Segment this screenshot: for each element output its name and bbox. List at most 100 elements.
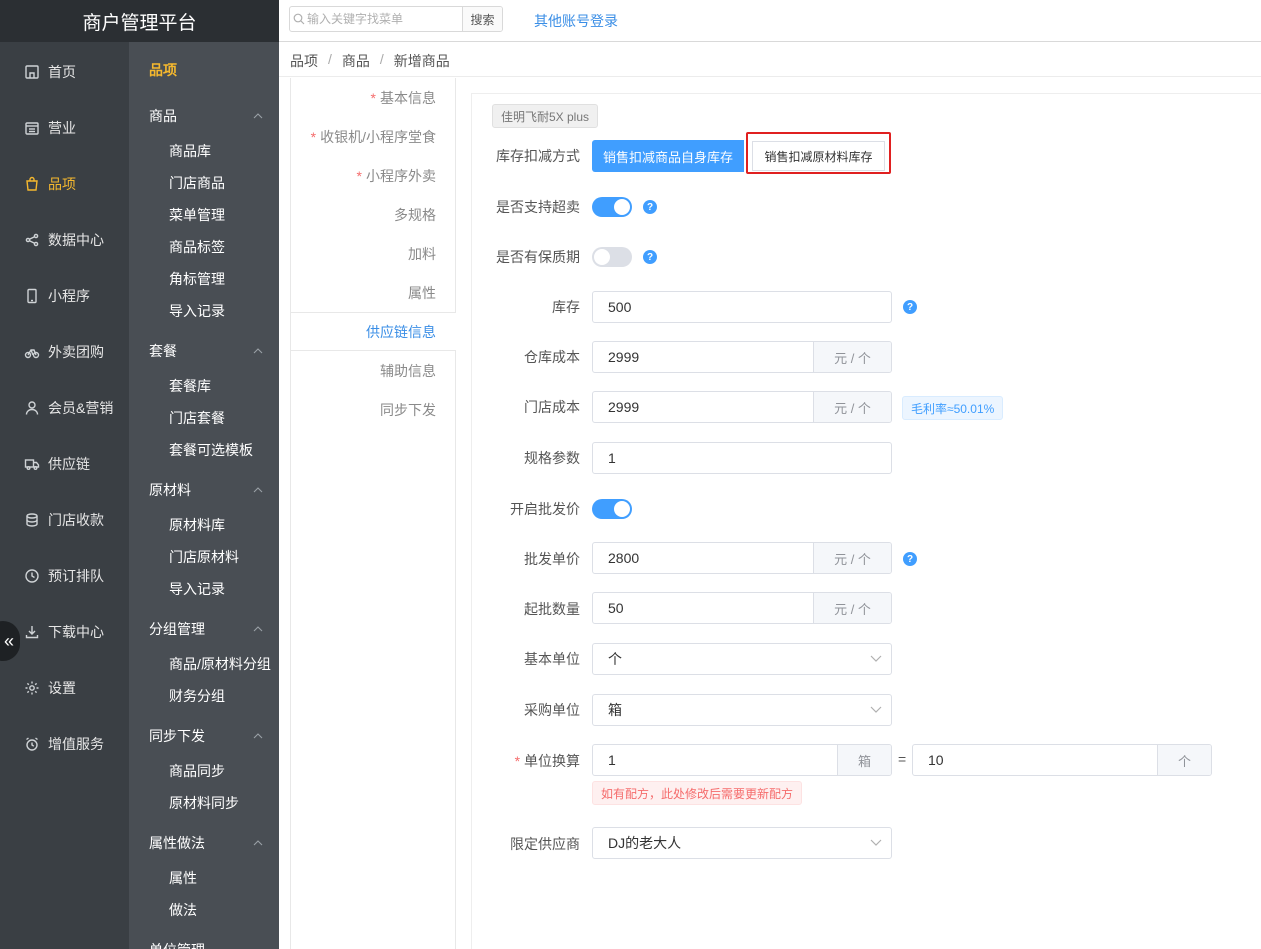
nav-item-label: 品项 <box>48 176 76 192</box>
section-tab-label: 辅助信息 <box>380 362 436 379</box>
min-qty-input[interactable]: 50 元 / 个 <box>592 592 892 624</box>
section-tab-label: 供应链信息 <box>366 323 436 340</box>
subnav-item[interactable]: 门店商品 <box>169 173 225 193</box>
nav-item[interactable]: 增值服务 <box>0 716 129 772</box>
section-tab[interactable]: * 收银机/小程序堂食 <box>291 117 456 156</box>
section-tab[interactable]: 辅助信息 <box>291 351 456 390</box>
nav-item-label: 外卖团购 <box>48 344 104 360</box>
nav-item[interactable]: 供应链 <box>0 436 129 492</box>
nav-item[interactable]: 小程序 <box>0 268 129 324</box>
subnav-item[interactable]: 做法 <box>169 900 197 920</box>
subnav-group[interactable]: 分组管理 <box>149 619 269 639</box>
help-icon[interactable]: ? <box>643 250 657 264</box>
nav-item[interactable]: 预订排队 <box>0 548 129 604</box>
section-tab[interactable]: 加料 <box>291 234 456 273</box>
chevron-up-icon <box>253 110 263 122</box>
other-account-login-link[interactable]: 其他账号登录 <box>534 11 618 31</box>
subnav-item[interactable]: 角标管理 <box>169 269 225 289</box>
stock-input[interactable]: 500 <box>592 291 892 323</box>
subnav-item[interactable]: 商品标签 <box>169 237 225 257</box>
subnav-item[interactable]: 门店原材料 <box>169 547 239 567</box>
subnav-item[interactable]: 商品/原材料分组 <box>169 654 271 674</box>
supplier-select[interactable]: DJ的老大人 <box>592 827 892 859</box>
nav-item[interactable]: 数据中心 <box>0 212 129 268</box>
product-name-tag: 佳明飞耐5X plus <box>492 104 599 128</box>
subnav-item[interactable]: 套餐库 <box>169 376 211 396</box>
section-tab[interactable]: * 基本信息 <box>291 78 456 117</box>
breadcrumb-item[interactable]: 商品 <box>342 51 370 71</box>
bike-icon <box>24 344 40 360</box>
unit-suffix: 箱 <box>837 745 891 775</box>
chevron-up-icon <box>253 345 263 357</box>
unit-conversion-right-value: 10 <box>928 752 944 768</box>
min-qty-value: 50 <box>608 600 624 616</box>
stock-value: 500 <box>608 299 632 315</box>
base-unit-label: 基本单位 <box>524 651 580 667</box>
subnav-group-label: 原材料 <box>149 482 191 498</box>
clock-icon <box>24 568 40 584</box>
base-unit-select[interactable]: 个 <box>592 643 892 675</box>
required-mark: * <box>370 89 376 106</box>
store-cost-input[interactable]: 2999 元 / 个 <box>592 391 892 423</box>
subnav-item[interactable]: 商品同步 <box>169 761 225 781</box>
search-button[interactable]: 搜索 <box>462 7 502 31</box>
subnav-group[interactable]: 套餐 <box>149 341 269 361</box>
subnav-group[interactable]: 属性做法 <box>149 833 269 853</box>
subnav-item[interactable]: 导入记录 <box>169 579 225 599</box>
subnav-group[interactable]: 原材料 <box>149 480 269 500</box>
subnav-item[interactable]: 商品库 <box>169 141 211 161</box>
subnav-item[interactable]: 门店套餐 <box>169 408 225 428</box>
section-tab[interactable]: 供应链信息 <box>291 312 456 351</box>
deduct-self-stock-button[interactable]: 销售扣减商品自身库存 <box>592 140 744 172</box>
breadcrumb-item[interactable]: 品项 <box>290 51 318 71</box>
section-tab[interactable]: 属性 <box>291 273 456 312</box>
nav-item[interactable]: 品项 <box>0 156 129 212</box>
subnav-group[interactable]: 单位管理 <box>149 940 269 949</box>
chevron-up-icon <box>253 730 263 742</box>
breadcrumb-separator: / <box>328 51 332 67</box>
wholesale-price-input[interactable]: 2800 元 / 个 <box>592 542 892 574</box>
section-tab[interactable]: 同步下发 <box>291 390 456 429</box>
subnav-item[interactable]: 导入记录 <box>169 301 225 321</box>
nav-item[interactable]: 设置 <box>0 660 129 716</box>
app-brand: 商户管理平台 <box>0 0 279 42</box>
toggle-knob <box>594 249 610 265</box>
wholesale-label: 开启批发价 <box>510 501 580 517</box>
nav-item[interactable]: 会员&营销 <box>0 380 129 436</box>
nav-item[interactable]: 下载中心 <box>0 604 129 660</box>
section-tab[interactable]: * 小程序外卖 <box>291 156 456 195</box>
alarm-icon <box>24 736 40 752</box>
section-tab-label: 多规格 <box>394 206 436 223</box>
unit-conversion-label: * 单位换算 <box>470 751 580 771</box>
nav-item[interactable]: 首页 <box>0 44 129 100</box>
subnav-group[interactable]: 商品 <box>149 106 269 126</box>
search-input[interactable] <box>307 7 463 31</box>
help-icon[interactable]: ? <box>903 300 917 314</box>
subnav-item[interactable]: 套餐可选模板 <box>169 440 253 460</box>
secondary-sidebar: 品项 商品 商品库 门店商品 菜单管理 商品标签 角标管理 导入记录 套餐 套餐库 门店套餐 套餐可选… <box>129 42 279 949</box>
section-tab[interactable]: 多规格 <box>291 195 456 234</box>
subnav-item[interactable]: 原材料库 <box>169 515 225 535</box>
unit-conversion-right-input[interactable]: 10 个 <box>912 744 1212 776</box>
oversell-toggle[interactable] <box>592 197 632 217</box>
nav-item[interactable]: 营业 <box>0 100 129 156</box>
subnav-item[interactable]: 原材料同步 <box>169 793 239 813</box>
unit-conversion-left-input[interactable]: 1箱 <box>592 744 892 776</box>
spec-param-input[interactable]: 1 <box>592 442 892 474</box>
nav-item[interactable]: 门店收款 <box>0 492 129 548</box>
subnav-item[interactable]: 属性 <box>169 868 197 888</box>
deduct-material-stock-button[interactable]: 销售扣减原材料库存 <box>752 141 885 171</box>
help-icon[interactable]: ? <box>643 200 657 214</box>
subnav-item[interactable]: 菜单管理 <box>169 205 225 225</box>
wholesale-toggle[interactable] <box>592 499 632 519</box>
subnav-group[interactable]: 同步下发 <box>149 726 269 746</box>
help-icon[interactable]: ? <box>903 552 917 566</box>
nav-item-label: 数据中心 <box>48 232 104 248</box>
unit-suffix: 元 / 个 <box>813 342 891 372</box>
subnav-item[interactable]: 财务分组 <box>169 686 225 706</box>
purchase-unit-select[interactable]: 箱 <box>592 694 892 726</box>
shelf-life-toggle[interactable] <box>592 247 632 267</box>
nav-item[interactable]: 外卖团购 <box>0 324 129 380</box>
form-panel <box>471 93 1261 949</box>
warehouse-cost-input[interactable]: 2999 元 / 个 <box>592 341 892 373</box>
